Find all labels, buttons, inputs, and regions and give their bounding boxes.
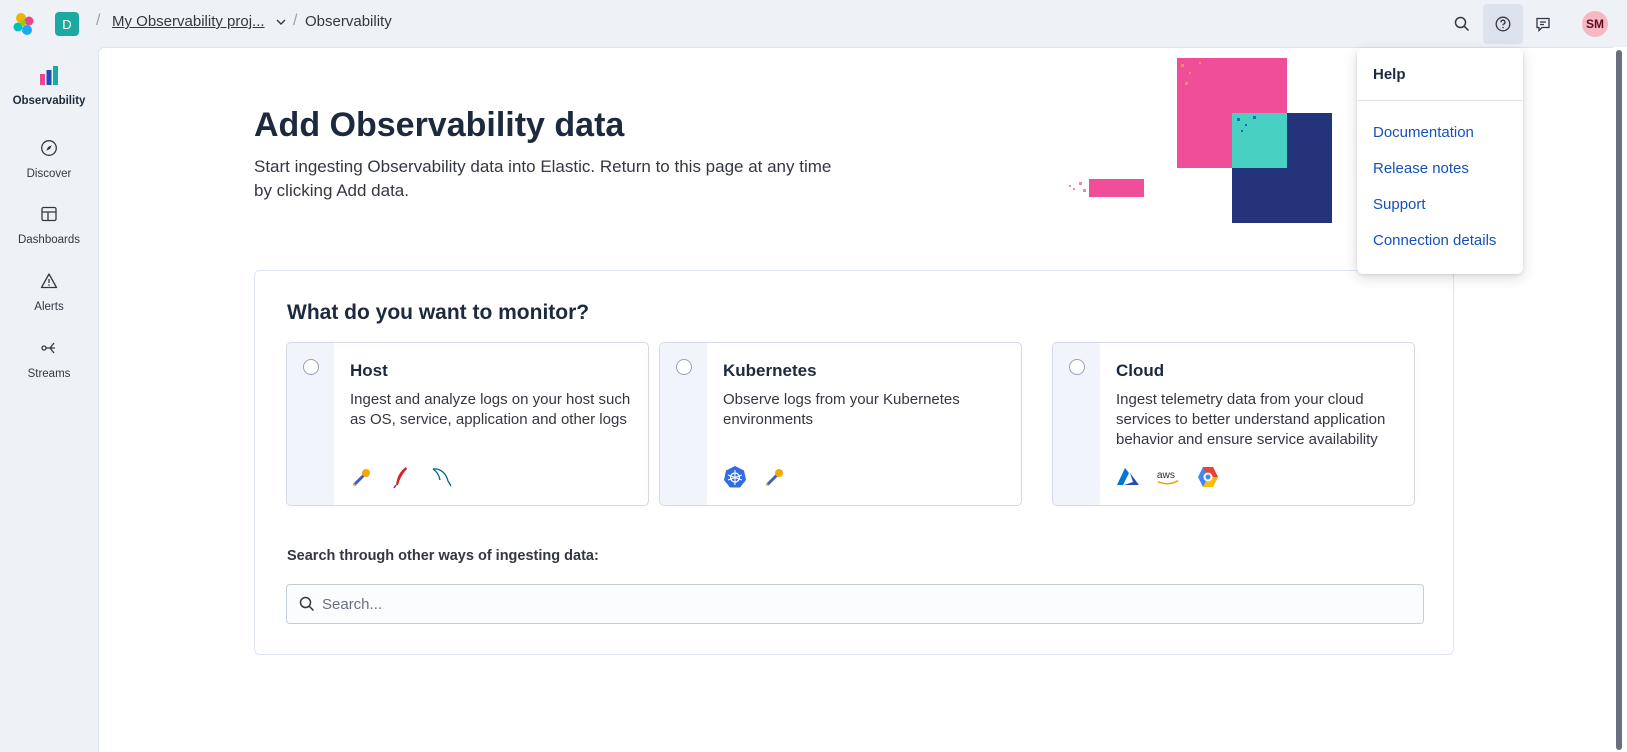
sidebar-item-observability[interactable]: Observability — [0, 64, 98, 124]
sidebar-item-label: Dashboards — [17, 234, 80, 246]
observability-icon — [38, 64, 60, 86]
search-icon[interactable] — [1442, 4, 1482, 44]
sidebar-item-alerts[interactable]: Alerts — [0, 270, 98, 330]
breadcrumb-separator: / — [293, 12, 298, 29]
side-navigation: Observability Discover Dashboards Alerts… — [0, 47, 98, 752]
sidebar-item-label: Alerts — [34, 301, 64, 313]
card-title: Cloud — [1116, 361, 1165, 380]
help-menu-title: Help — [1373, 66, 1406, 83]
page-description: Start ingesting Observability data into … — [254, 157, 832, 200]
sidebar-item-label: Streams — [27, 368, 71, 380]
warning-icon — [38, 270, 60, 292]
cloud-radio[interactable] — [1069, 359, 1085, 375]
azure-icon — [1116, 465, 1140, 489]
breadcrumb-project-link[interactable]: My Observability proj... — [112, 13, 265, 30]
sidebar-item-streams[interactable]: Streams — [0, 337, 98, 397]
mysql-dolphin-icon — [430, 465, 454, 489]
release-notes-link[interactable]: Release notes — [1373, 160, 1469, 177]
card-logos — [350, 465, 454, 489]
user-avatar[interactable]: SM — [1582, 11, 1608, 37]
hero-illustration — [1069, 58, 1332, 223]
monitor-question: What do you want to monitor? — [287, 301, 590, 324]
top-header: D / My Observability proj... / Observabi… — [0, 0, 1627, 47]
otel-icon — [350, 465, 374, 489]
feather-icon — [390, 465, 414, 489]
card-logos — [723, 465, 787, 489]
support-link[interactable]: Support — [1373, 196, 1426, 213]
monitor-panel: What do you want to monitor? Host Ingest… — [254, 270, 1454, 655]
search-input[interactable] — [322, 585, 1412, 623]
search-field[interactable] — [286, 584, 1424, 624]
sidebar-item-dashboards[interactable]: Dashboards — [0, 203, 98, 263]
card-description: Ingest telemetry data from your cloud se… — [1116, 391, 1386, 448]
card-description: Ingest and analyze logs on your host suc… — [350, 391, 631, 428]
cloud-card[interactable]: Cloud Ingest telemetry data from your cl… — [1052, 342, 1415, 506]
documentation-link[interactable]: Documentation — [1373, 124, 1474, 141]
aws-text: aws — [1157, 470, 1175, 481]
elastic-logo-icon[interactable] — [12, 12, 36, 36]
card-title: Kubernetes — [723, 361, 817, 380]
sidebar-item-discover[interactable]: Discover — [0, 137, 98, 197]
card-title: Host — [350, 361, 388, 380]
kubernetes-card[interactable]: Kubernetes Observe logs from your Kubern… — [659, 342, 1022, 506]
page-title: Add Observability data — [254, 106, 625, 144]
chevron-down-icon[interactable] — [274, 15, 288, 29]
kubernetes-icon — [723, 465, 747, 489]
aws-icon: aws — [1156, 465, 1180, 489]
search-label: Search through other ways of ingesting d… — [287, 548, 599, 564]
divider — [1357, 100, 1523, 101]
dashboard-icon — [38, 203, 60, 225]
host-card[interactable]: Host Ingest and analyze logs on your hos… — [286, 342, 649, 506]
card-description: Observe logs from your Kubernetes enviro… — [723, 391, 960, 428]
scrollbar-thumb[interactable] — [1616, 50, 1622, 750]
kubernetes-radio[interactable] — [676, 359, 692, 375]
gcp-icon — [1196, 465, 1220, 489]
streams-icon — [38, 337, 60, 359]
breadcrumb-current: Observability — [305, 13, 392, 30]
host-radio[interactable] — [303, 359, 319, 375]
sidebar-item-label: Observability — [12, 95, 86, 107]
search-icon — [299, 596, 315, 612]
card-logos: aws — [1116, 465, 1220, 489]
space-avatar[interactable]: D — [55, 12, 79, 36]
breadcrumb-separator: / — [96, 12, 101, 29]
sidebar-item-label: Discover — [26, 168, 72, 180]
connection-details-link[interactable]: Connection details — [1373, 232, 1496, 249]
help-menu-popover: Help Documentation Release notes Support… — [1357, 48, 1523, 274]
otel-icon — [763, 465, 787, 489]
compass-icon — [38, 137, 60, 159]
help-icon[interactable] — [1483, 4, 1523, 44]
feedback-icon[interactable] — [1523, 4, 1563, 44]
